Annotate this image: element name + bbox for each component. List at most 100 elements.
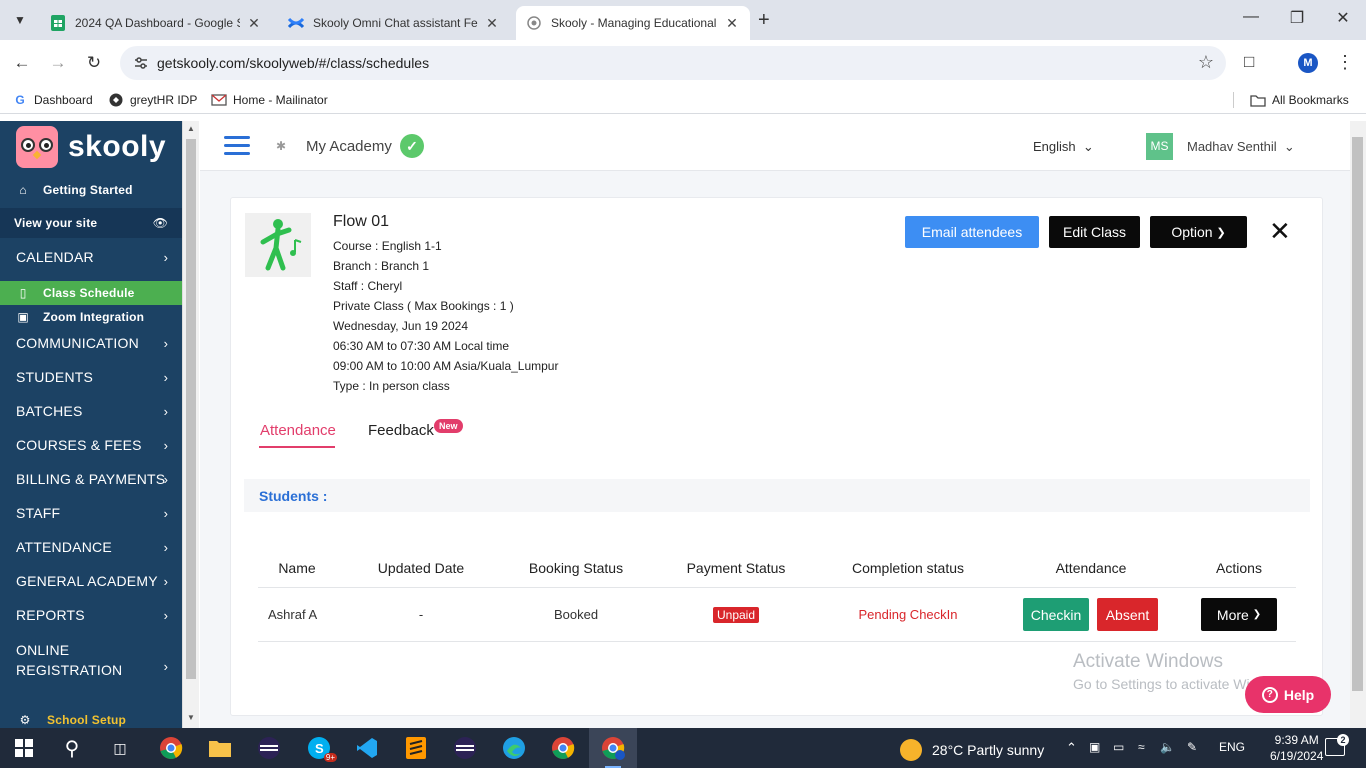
minimize-button[interactable]: — bbox=[1228, 8, 1274, 26]
url-text: getskooly.com/skoolyweb/#/class/schedule… bbox=[157, 55, 430, 71]
chrome-profile-icon[interactable] bbox=[599, 734, 627, 762]
sidebar-item-billing[interactable]: BILLING & PAYMENTS › bbox=[0, 467, 182, 491]
input-language[interactable]: ENG bbox=[1219, 740, 1245, 754]
battery-icon[interactable]: ▭ bbox=[1113, 740, 1124, 754]
edge-icon[interactable] bbox=[500, 734, 528, 762]
help-button[interactable]: ? Help bbox=[1245, 676, 1331, 713]
bookmark-greythr[interactable]: greytHR IDP bbox=[108, 92, 197, 108]
sidebar-item-calendar[interactable]: CALENDAR › bbox=[0, 244, 182, 270]
eclipse-icon[interactable] bbox=[255, 734, 283, 762]
sidebar-item-label: ONLINE REGISTRATION bbox=[16, 640, 122, 680]
checkin-button[interactable]: Checkin bbox=[1023, 598, 1089, 631]
sidebar-item-zoom[interactable]: ▣ Zoom Integration bbox=[0, 306, 182, 328]
tab-omni-chat[interactable]: Skooly Omni Chat assistant Fea ✕ bbox=[278, 6, 510, 40]
cell-updated: - bbox=[418, 607, 424, 622]
sidebar-item-attendance[interactable]: ATTENDANCE › bbox=[0, 535, 182, 559]
page-scrollbar[interactable] bbox=[1350, 121, 1366, 728]
table-divider bbox=[258, 587, 1296, 588]
tab-skooly[interactable]: Skooly - Managing Educational ✕ bbox=[516, 6, 750, 40]
tab-feedback[interactable]: Feedback bbox=[368, 422, 434, 439]
browser-toolbar: ← → ↻ getskooly.com/skoolyweb/#/class/sc… bbox=[0, 40, 1366, 86]
scroll-thumb[interactable] bbox=[1352, 137, 1363, 691]
browser-menu-icon[interactable]: ⋮ bbox=[1336, 52, 1354, 73]
hamburger-menu-icon[interactable] bbox=[224, 136, 250, 156]
chrome-icon[interactable] bbox=[157, 734, 185, 762]
reload-icon[interactable]: ↻ bbox=[82, 51, 106, 75]
all-bookmarks[interactable]: All Bookmarks bbox=[1233, 92, 1349, 108]
close-window-button[interactable]: ✕ bbox=[1320, 8, 1366, 28]
webcam-icon[interactable]: ▣ bbox=[1089, 740, 1100, 754]
sidebar-item-label: BATCHES bbox=[16, 403, 83, 419]
vscode-icon[interactable] bbox=[353, 734, 381, 762]
sidebar-item-students[interactable]: STUDENTS › bbox=[0, 365, 182, 389]
weather-widget[interactable]: 28°C Partly sunny bbox=[900, 739, 1044, 761]
forward-icon[interactable]: → bbox=[46, 51, 70, 75]
more-button[interactable]: More ❯ bbox=[1201, 598, 1277, 631]
sidebar-item-general-academy[interactable]: GENERAL ACADEMY › bbox=[0, 569, 182, 593]
close-icon[interactable]: ✕ bbox=[724, 15, 740, 32]
edit-class-button[interactable]: Edit Class bbox=[1049, 216, 1140, 248]
cell-name: Ashraf A bbox=[268, 607, 318, 622]
chrome-icon-2[interactable] bbox=[549, 734, 577, 762]
close-icon[interactable]: ✕ bbox=[484, 15, 500, 32]
sidebar-item-reports[interactable]: REPORTS › bbox=[0, 603, 182, 627]
scroll-down-icon[interactable]: ▼ bbox=[187, 713, 195, 722]
tab-qa-dashboard[interactable]: 2024 QA Dashboard - Google S ✕ bbox=[40, 6, 272, 40]
wifi-icon[interactable]: ≈ bbox=[1138, 740, 1145, 754]
bookmark-star-icon[interactable]: ☆ bbox=[1198, 52, 1214, 73]
skype-icon[interactable]: S 9+ bbox=[305, 734, 337, 762]
new-tab-button[interactable]: + bbox=[758, 9, 770, 32]
google-icon: G bbox=[15, 93, 25, 107]
sidebar-scrollbar[interactable]: ▲ ▼ bbox=[182, 121, 199, 728]
bookmark-mailinator[interactable]: Home - Mailinator bbox=[211, 92, 328, 108]
sidebar-item-communication[interactable]: COMMUNICATION › bbox=[0, 331, 182, 355]
file-explorer-icon[interactable] bbox=[206, 734, 234, 762]
sublime-icon[interactable] bbox=[402, 734, 430, 762]
sidebar-item-label: View your site bbox=[14, 216, 98, 230]
active-tab-underline bbox=[259, 446, 335, 448]
scroll-thumb[interactable] bbox=[186, 139, 196, 679]
user-menu[interactable]: Madhav Senthil ⌄ bbox=[1187, 139, 1295, 155]
back-icon[interactable]: ← bbox=[10, 51, 34, 75]
chevron-up-icon[interactable]: ⌃ bbox=[1066, 740, 1077, 756]
search-icon[interactable]: ⚲ bbox=[58, 734, 86, 762]
system-clock[interactable]: 9:39 AM 6/19/2024 bbox=[1270, 732, 1323, 764]
eclipse-icon-2[interactable] bbox=[451, 734, 479, 762]
sidebar-item-view-site[interactable]: View your site 👁 bbox=[0, 208, 182, 238]
close-icon[interactable]: ✕ bbox=[246, 15, 262, 32]
volume-icon[interactable]: 🔈 bbox=[1160, 740, 1175, 754]
sidebar-item-online-registration[interactable]: ONLINE REGISTRATION › bbox=[0, 639, 182, 681]
restore-button[interactable]: ❐ bbox=[1274, 8, 1320, 28]
extensions-icon[interactable]: □ bbox=[1244, 52, 1254, 72]
sidebar-item-school-setup[interactable]: ⚙ School Setup bbox=[0, 709, 182, 728]
site-info-icon[interactable] bbox=[132, 54, 150, 72]
absent-button[interactable]: Absent bbox=[1097, 598, 1158, 631]
sidebar-item-class-schedule[interactable]: ▯ Class Schedule bbox=[0, 281, 182, 305]
help-icon: ? bbox=[1261, 686, 1278, 703]
user-avatar[interactable]: MS bbox=[1146, 133, 1173, 160]
browser-tab-bar: ▼ 2024 QA Dashboard - Google S ✕ Skooly … bbox=[0, 0, 1366, 40]
profile-avatar[interactable]: M bbox=[1298, 53, 1318, 73]
chevron-right-icon: › bbox=[163, 335, 168, 351]
scroll-up-icon[interactable]: ▲ bbox=[187, 124, 195, 133]
tab-search-icon[interactable]: ▼ bbox=[8, 8, 32, 32]
tab-attendance[interactable]: Attendance bbox=[260, 422, 336, 439]
windows-start-icon[interactable] bbox=[10, 734, 38, 762]
sidebar-item-courses-fees[interactable]: COURSES & FEES › bbox=[0, 433, 182, 457]
notification-icon[interactable]: 2 bbox=[1325, 734, 1349, 756]
bookmark-dashboard[interactable]: G Dashboard bbox=[12, 92, 92, 108]
address-bar[interactable]: getskooly.com/skoolyweb/#/class/schedule… bbox=[120, 46, 1226, 80]
tab-title: Skooly Omni Chat assistant Fea bbox=[313, 16, 478, 30]
email-attendees-button[interactable]: Email attendees bbox=[905, 216, 1039, 248]
sidebar-item-staff[interactable]: STAFF › bbox=[0, 501, 182, 525]
academy-name[interactable]: My Academy bbox=[306, 138, 392, 155]
user-name: Madhav Senthil bbox=[1187, 139, 1277, 154]
task-view-icon[interactable]: ◫ bbox=[106, 734, 134, 762]
option-button[interactable]: Option ❯ bbox=[1150, 216, 1247, 248]
language-selector[interactable]: English ⌄ bbox=[1033, 139, 1094, 155]
sidebar-item-batches[interactable]: BATCHES › bbox=[0, 399, 182, 423]
sidebar-item-getting-started[interactable]: ⌂ Getting Started bbox=[0, 179, 182, 201]
close-icon[interactable]: ✕ bbox=[1269, 218, 1291, 244]
pen-icon[interactable]: ✎ bbox=[1187, 740, 1197, 754]
skooly-logo[interactable]: skooly bbox=[16, 126, 166, 168]
